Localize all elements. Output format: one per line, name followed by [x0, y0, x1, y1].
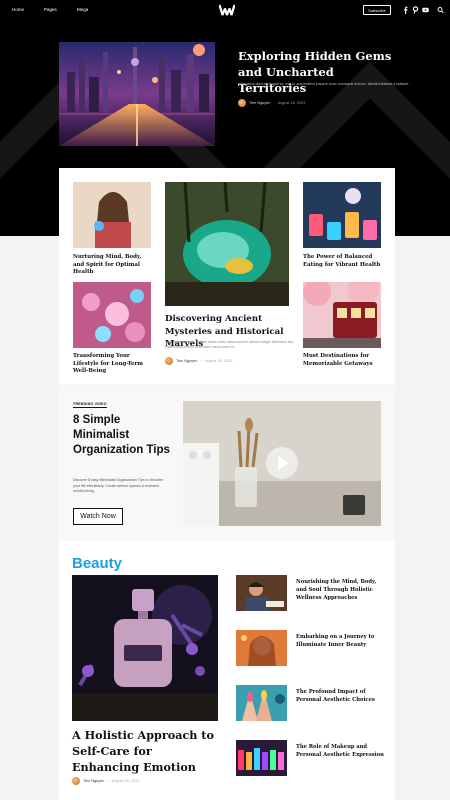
nav-link-home[interactable]: Home [12, 7, 24, 12]
main-article-meta: Tien Nguyen · August 18, 2023 [165, 357, 232, 365]
post-date: August 18, 2023 [277, 101, 306, 105]
video-excerpt: Discover 8 easy Minimalist Organization … [73, 478, 164, 494]
hero-excerpt-text: Himenaeos diam est feugiat ex, mus ut ur… [238, 82, 411, 86]
article-title-transforming[interactable]: Transforming Your Lifestyle for Long-Ter… [73, 353, 155, 376]
main-article-excerpt: Odio potenti aliquet aliquam lectus tort… [165, 340, 295, 350]
top-nav: Home Pages Mega Subscribe [0, 0, 450, 20]
hero-title[interactable]: Exploring Hidden Gems and Uncharted Terr… [238, 48, 398, 96]
video-title[interactable]: 8 Simple Minimalist Organization Tips [73, 413, 173, 458]
thumb-woman-wellness[interactable] [73, 182, 151, 248]
author-avatar[interactable] [165, 357, 173, 365]
youtube-icon[interactable] [422, 6, 429, 14]
beauty-section: Beauty A Holistic Approach to Self-Care … [59, 541, 395, 800]
author-name[interactable]: Tien Nguyen [249, 101, 270, 105]
pinterest-icon[interactable] [412, 6, 419, 14]
section-heading[interactable]: Beauty [72, 555, 122, 572]
woman-portrait-image [236, 630, 287, 666]
list-title-1[interactable]: Embarking on a Journey to Illuminate Inn… [296, 634, 386, 650]
list-title-0[interactable]: Nourishing the Mind, Body, and Soul Thro… [296, 579, 386, 602]
train-cherry-blossom-image [303, 282, 381, 348]
nav-link-pages[interactable]: Pages [44, 7, 57, 12]
play-button[interactable] [266, 447, 298, 479]
author-name[interactable]: Tien Nguyen [83, 779, 104, 783]
hero-meta: Tien Nguyen · August 18, 2023 [238, 99, 305, 107]
author-avatar[interactable] [238, 99, 246, 107]
feature-title[interactable]: A Holistic Approach to Self-Care for Enh… [72, 727, 222, 775]
thumb-train[interactable] [303, 282, 381, 348]
glowing-jars-image [303, 182, 381, 248]
meta-separator: · [273, 101, 275, 105]
author-name[interactable]: Tien Nguyen [176, 359, 197, 363]
thumb-cenote[interactable] [165, 182, 289, 306]
pink-cells-image [73, 282, 151, 348]
hero-image[interactable] [59, 42, 215, 146]
list-thumb-nails[interactable] [236, 685, 287, 721]
woman-writing-image [236, 575, 287, 611]
subscribe-button[interactable]: Subscribe [363, 5, 391, 15]
list-title-2[interactable]: The Profound Impact of Personal Aestheti… [296, 689, 386, 705]
hero-excerpt: Himenaeos diam est feugiat ex, mus ut ur… [238, 82, 411, 87]
article-title-destinations[interactable]: Must Destinations for Memorizable Getawa… [303, 353, 383, 368]
nail-polish-bottles-image [236, 740, 287, 776]
trending-video-section: TRENDING VIDEO 8 Simple Minimalist Organ… [59, 385, 395, 541]
meta-separator: · [200, 359, 202, 363]
nav-link-mega[interactable]: Mega [77, 7, 88, 12]
painted-nails-image [236, 685, 287, 721]
perfume-bottle-image [72, 575, 218, 721]
futuristic-city-image [59, 42, 215, 146]
watch-now-button[interactable]: Watch Now [73, 508, 123, 525]
woman-with-crystal-image [73, 182, 151, 248]
feature-meta: Tien Nguyen · August 18, 2023 [72, 777, 139, 785]
trending-video-label: TRENDING VIDEO [73, 402, 107, 408]
post-date: August 18, 2023 [204, 359, 233, 363]
cenote-pool-image [165, 182, 289, 306]
logo-icon[interactable] [219, 4, 235, 16]
feature-image[interactable] [72, 575, 218, 721]
thumb-cells[interactable] [73, 282, 151, 348]
post-date: August 18, 2023 [111, 779, 140, 783]
search-icon[interactable] [437, 6, 444, 14]
list-thumb-writing[interactable] [236, 575, 287, 611]
list-thumb-inner-beauty[interactable] [236, 630, 287, 666]
article-title-nurturing[interactable]: Nurturing Mind, Body, and Spirit for Opt… [73, 254, 153, 277]
play-icon [278, 456, 289, 470]
meta-separator: · [107, 779, 109, 783]
article-title-balanced-eating[interactable]: The Power of Balanced Eating for Vibrant… [303, 254, 387, 269]
thumb-balanced-eating[interactable] [303, 182, 381, 248]
facebook-icon[interactable] [402, 6, 409, 14]
author-avatar[interactable] [72, 777, 80, 785]
list-title-3[interactable]: The Role of Makeup and Personal Aestheti… [296, 744, 386, 760]
video-thumbnail[interactable] [183, 401, 381, 526]
list-thumb-makeup[interactable] [236, 740, 287, 776]
featured-grid: Nurturing Mind, Body, and Spirit for Opt… [59, 168, 395, 384]
